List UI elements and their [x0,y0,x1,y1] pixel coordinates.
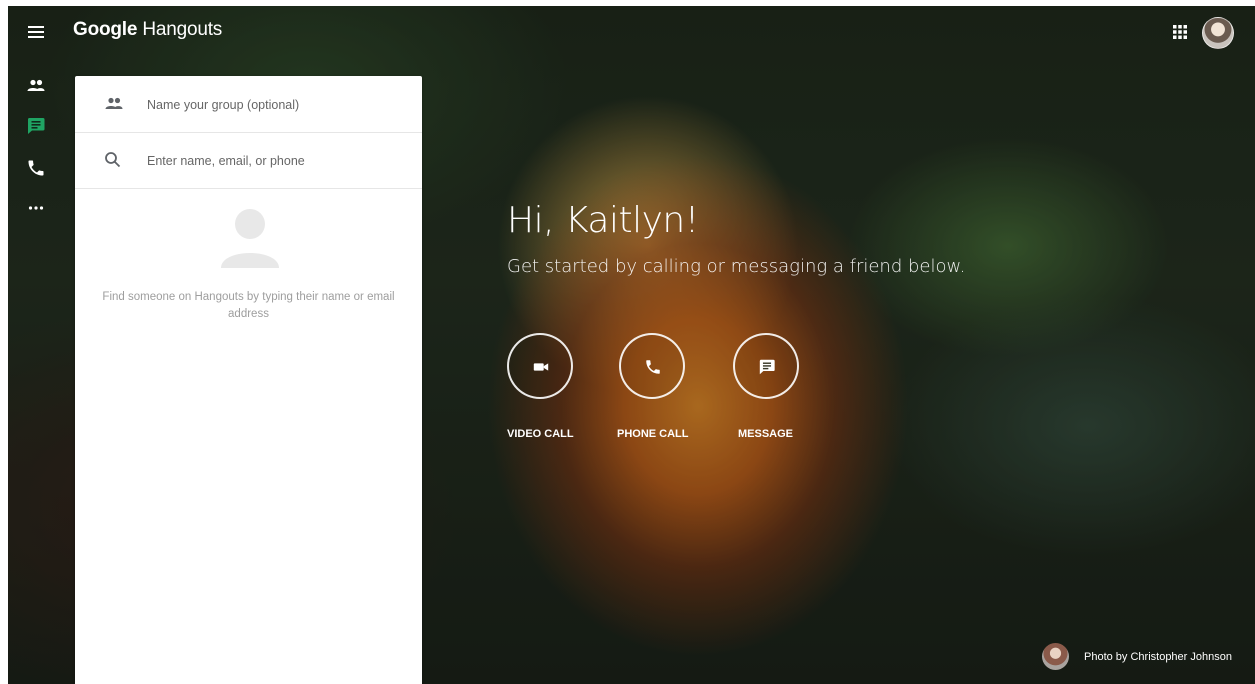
main-menu-button[interactable] [26,22,46,42]
hamburger-icon [28,26,44,38]
group-name-input[interactable] [145,90,399,120]
hangouts-app: Google Hangouts Name your group (optiona… [0,0,1255,684]
message-button[interactable]: MESSAGE [733,333,799,440]
group-icon [103,94,125,114]
video-call-label: VIDEO CALL [507,428,574,440]
logo-brand: Google [73,19,138,40]
empty-person-icon [219,208,281,268]
logo-product: Hangouts [142,19,223,40]
more-icon [28,206,44,210]
group-name-row [75,76,422,133]
phone-call-button[interactable]: PHONE CALL [617,333,689,440]
new-conversation-panel: Find someone on Hangouts by typing their… [75,76,422,684]
greeting-subtitle: Get started by calling or messaging a fr… [507,256,966,277]
account-avatar[interactable] [1202,17,1234,49]
people-icon [27,79,45,91]
phone-call-circle[interactable] [619,333,685,399]
rail-phone-calls-button[interactable] [26,158,46,178]
empty-state-text: Find someone on Hangouts by typing their… [102,291,395,320]
apps-launcher-button[interactable] [1172,24,1188,40]
photographer-avatar[interactable] [1042,643,1069,670]
message-icon [759,359,775,375]
apps-grid-icon [1173,25,1187,39]
phone-icon [646,360,660,374]
app-logo[interactable]: Google Hangouts [73,19,222,41]
search-row [75,132,422,189]
rail-contacts-button[interactable] [26,76,46,96]
message-label: MESSAGE [738,428,794,440]
videocam-icon [533,363,549,371]
message-circle[interactable] [733,333,799,399]
search-icon [103,150,125,170]
chat-icon [27,118,45,134]
rail-more-button[interactable] [26,198,46,218]
video-call-button[interactable]: VIDEO CALL [507,333,574,440]
video-call-circle[interactable] [507,333,573,399]
phone-call-label: PHONE CALL [617,428,689,440]
contact-search-input[interactable] [145,146,399,176]
photo-credit-text[interactable]: Photo by Christopher Johnson [1084,651,1232,663]
greeting-title: Hi, Kaitlyn! [507,200,699,241]
phone-icon [28,160,44,176]
rail-conversations-button[interactable] [26,116,46,136]
